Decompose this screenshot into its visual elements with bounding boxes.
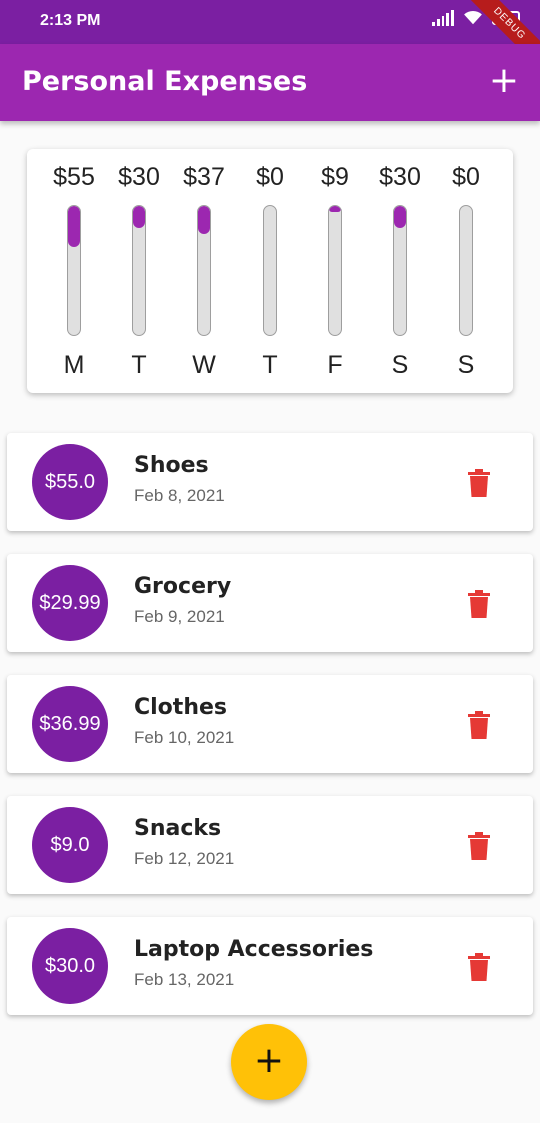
delete-icon[interactable] <box>467 590 491 618</box>
transaction-item: $9.0 Snacks Feb 12, 2021 <box>7 796 533 894</box>
app-title: Personal Expenses <box>22 66 308 97</box>
chart-fill <box>133 206 145 228</box>
amount-avatar: $29.99 <box>32 565 108 641</box>
transaction-title: Laptop Accessories <box>134 937 374 962</box>
chart-day-label: M <box>63 351 85 379</box>
app-bar: Personal Expenses + <box>0 44 540 121</box>
chart-track <box>328 205 342 336</box>
chart-track <box>263 205 277 336</box>
transaction-title: Shoes <box>134 453 209 478</box>
signal-icon <box>432 10 454 26</box>
transaction-item: $36.99 Clothes Feb 10, 2021 <box>7 675 533 773</box>
chart-amount: $0 <box>452 163 480 191</box>
chart-day-label: F <box>327 351 343 379</box>
status-bar: 2:13 PM 33 DEBUG <box>0 0 540 78</box>
transaction-item: $29.99 Grocery Feb 9, 2021 <box>7 554 533 652</box>
wifi-icon <box>464 11 482 25</box>
transaction-title: Snacks <box>134 816 222 841</box>
chart-day-label: T <box>262 351 278 379</box>
chart-track <box>393 205 407 336</box>
delete-icon[interactable] <box>467 953 491 981</box>
chart-fill <box>394 206 406 228</box>
transaction-date: Feb 12, 2021 <box>134 849 235 868</box>
amount-avatar: $36.99 <box>32 686 108 762</box>
chart-amount: $0 <box>256 163 284 191</box>
amount-avatar: $9.0 <box>32 807 108 883</box>
transaction-title: Clothes <box>134 695 227 720</box>
transaction-date: Feb 8, 2021 <box>134 486 225 505</box>
chart-track <box>197 205 211 336</box>
weekly-chart: $55 M $30 T $37 W $0 T $9 F $30 S $0 S <box>27 149 513 393</box>
add-transaction-fab[interactable]: + <box>231 1024 307 1100</box>
transaction-title: Grocery <box>134 574 232 599</box>
chart-fill <box>198 206 210 235</box>
chart-track <box>459 205 473 336</box>
add-expense-button[interactable]: + <box>486 63 522 100</box>
chart-day-label: S <box>457 351 475 379</box>
chart-amount: $9 <box>321 163 349 191</box>
transaction-date: Feb 9, 2021 <box>134 607 225 626</box>
chart-day-label: S <box>391 351 409 379</box>
delete-icon[interactable] <box>467 711 491 739</box>
status-time: 2:13 PM <box>40 12 101 29</box>
chart-fill <box>68 206 80 248</box>
chart-amount: $37 <box>183 163 225 191</box>
delete-icon[interactable] <box>467 469 491 497</box>
chart-track <box>67 205 81 336</box>
chart-day-label: W <box>192 351 216 379</box>
amount-avatar: $55.0 <box>32 444 108 520</box>
chart-day-label: T <box>131 351 147 379</box>
transaction-date: Feb 13, 2021 <box>134 970 235 989</box>
chart-amount: $55 <box>53 163 95 191</box>
transaction-item: $30.0 Laptop Accessories Feb 13, 2021 <box>7 917 533 1015</box>
transaction-date: Feb 10, 2021 <box>134 728 235 747</box>
chart-amount: $30 <box>379 163 421 191</box>
chart-amount: $30 <box>118 163 160 191</box>
transaction-item: $55.0 Shoes Feb 8, 2021 <box>7 433 533 531</box>
chart-track <box>132 205 146 336</box>
delete-icon[interactable] <box>467 832 491 860</box>
amount-avatar: $30.0 <box>32 928 108 1004</box>
chart-fill <box>329 206 341 213</box>
